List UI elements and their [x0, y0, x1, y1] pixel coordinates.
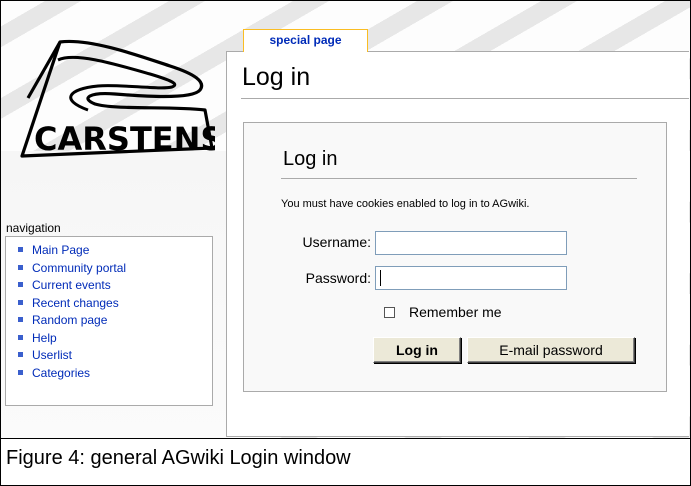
remember-me-row[interactable]: Remember me — [384, 304, 502, 320]
password-input[interactable] — [375, 266, 567, 290]
title-divider — [241, 98, 689, 99]
carstens-logo[interactable]: CARSTENS — [20, 38, 215, 164]
nav-link-label[interactable]: Current events — [32, 278, 111, 292]
nav-link-label[interactable]: Main Page — [32, 243, 89, 257]
logo-text: CARSTENS — [34, 120, 215, 158]
nav-item-main-page[interactable]: Main Page — [18, 242, 212, 260]
nav-link-label[interactable]: Help — [32, 331, 57, 345]
figure-caption: Figure 4: general AGwiki Login window — [6, 447, 351, 469]
bullet-icon — [18, 369, 23, 375]
nav-item-help[interactable]: Help — [18, 330, 212, 348]
password-label: Password: — [305, 270, 371, 286]
bullet-icon — [18, 334, 23, 340]
nav-item-community-portal[interactable]: Community portal — [18, 260, 212, 278]
nav-link-label[interactable]: Categories — [32, 366, 90, 380]
caption-divider — [0, 438, 691, 439]
nav-item-random-page[interactable]: Random page — [18, 312, 212, 330]
navigation-portlet: Main Page Community portal Current event… — [5, 236, 213, 406]
text-caret — [380, 270, 381, 286]
email-password-button[interactable]: E-mail password — [467, 337, 635, 363]
bullet-icon — [18, 352, 23, 357]
tab-label: special page — [269, 33, 342, 47]
navigation-list: Main Page Community portal Current event… — [6, 237, 212, 382]
nav-item-current-events[interactable]: Current events — [18, 277, 212, 295]
tab-special-page[interactable]: special page — [243, 29, 368, 52]
page-title: Log in — [242, 63, 311, 91]
nav-link-label[interactable]: Community portal — [32, 261, 126, 275]
remember-me-label[interactable]: Remember me — [409, 304, 502, 320]
bullet-icon — [18, 299, 23, 305]
username-input[interactable] — [375, 231, 567, 255]
bullet-icon — [18, 282, 23, 287]
login-button[interactable]: Log in — [373, 337, 461, 363]
nav-link-label[interactable]: Userlist — [32, 348, 72, 362]
nav-link-label[interactable]: Random page — [32, 313, 107, 327]
heading-divider — [281, 178, 637, 179]
nav-link-label[interactable]: Recent changes — [32, 296, 119, 310]
bullet-icon — [18, 264, 23, 270]
login-heading: Log in — [283, 148, 338, 170]
bullet-icon — [18, 317, 23, 322]
navigation-title: navigation — [6, 221, 61, 235]
nav-item-categories[interactable]: Categories — [18, 365, 212, 383]
nav-item-recent-changes[interactable]: Recent changes — [18, 295, 212, 313]
bullet-icon — [18, 247, 23, 252]
username-label: Username: — [302, 234, 371, 250]
remember-me-checkbox[interactable] — [384, 306, 395, 318]
cookie-notice: You must have cookies enabled to log in … — [281, 198, 530, 210]
nav-item-userlist[interactable]: Userlist — [18, 347, 212, 365]
